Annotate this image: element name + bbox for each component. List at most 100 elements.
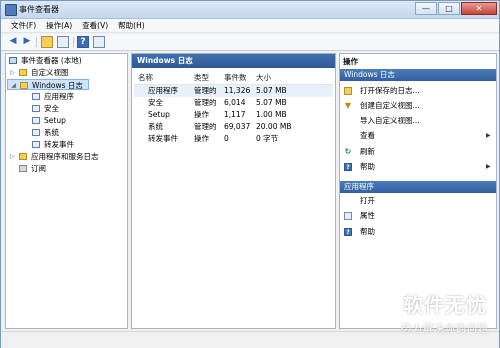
properties-icon[interactable] (93, 36, 105, 48)
cell-count: 11,326 (224, 86, 251, 95)
folder-icon (19, 153, 27, 160)
folder-icon (19, 69, 27, 76)
menu-view[interactable]: 查看(V) (82, 19, 108, 32)
column-header-size[interactable]: 大小 (256, 72, 271, 83)
action-label: 刷新 (360, 147, 375, 156)
cell-size: 5.07 MB (256, 98, 287, 107)
column-header-name[interactable]: 名称 (138, 72, 153, 83)
actions-title: 操作 (343, 57, 358, 66)
tree-item-label: Setup (44, 116, 66, 125)
tree-item-label: 应用程序和服务日志 (31, 152, 99, 161)
watermark-title: 软件无忧 (403, 293, 487, 317)
cell-type: 管理的 (194, 98, 217, 107)
tree-item-label: 系统 (44, 128, 59, 137)
section-header-windows-logs[interactable]: Windows 日志 (340, 69, 496, 81)
properties-icon (344, 212, 352, 220)
tree-item-setup[interactable]: Setup (6, 115, 127, 126)
action-label: 帮助 (360, 162, 375, 171)
tree-item-subscriptions[interactable]: 订阅 (6, 163, 127, 174)
navigation-tree: 事件查看器 (本地) ▷ 自定义视图 ◢ Windows 日志 应用程序 安全 … (5, 53, 128, 329)
subscription-icon (19, 165, 27, 172)
cell-name[interactable]: 转发事件 (148, 133, 178, 144)
submenu-arrow-icon: ▶ (486, 132, 491, 139)
tree-item-label: 转发事件 (44, 140, 74, 149)
computer-icon (9, 57, 17, 64)
log-icon (32, 141, 40, 148)
filter-icon: ▼ (344, 101, 352, 110)
tree-root[interactable]: 事件查看器 (本地) (6, 55, 127, 66)
cell-type: 管理的 (194, 122, 217, 131)
cell-type: 管理的 (194, 86, 217, 95)
cell-count: 69,037 (224, 122, 251, 131)
cell-name: 应用程序 (148, 86, 178, 95)
cell-name[interactable]: 系统 (148, 121, 163, 132)
tree-item-security[interactable]: 安全 (6, 103, 127, 114)
tree-item-custom-views[interactable]: ▷ 自定义视图 (6, 67, 127, 78)
help-icon[interactable]: ? (77, 36, 89, 48)
window-controls: — □ ✕ (415, 2, 497, 15)
app-icon (5, 4, 17, 16)
close-button[interactable]: ✕ (461, 2, 497, 15)
tree-item-system[interactable]: 系统 (6, 127, 127, 138)
cell-count: 6,014 (224, 98, 246, 107)
tree-item-application[interactable]: 应用程序 (6, 91, 127, 102)
window-title: 事件查看器 (19, 5, 59, 14)
tree-item-label: 自定义视图 (31, 68, 69, 77)
submenu-arrow-icon: ▶ (486, 163, 491, 170)
cell-size: 1.00 MB (256, 110, 287, 119)
help-icon: ? (344, 163, 352, 171)
collapse-arrow-icon[interactable]: ◢ (10, 80, 17, 91)
tree-item-app-service-logs[interactable]: ▷ 应用程序和服务日志 (6, 151, 127, 162)
log-list-pane: Windows 日志 名称 类型 事件数 大小 应用程序 管理的 11,326 … (131, 53, 336, 329)
cell-name[interactable]: 安全 (148, 97, 163, 108)
action-label: 导入自定义视图... (360, 116, 420, 125)
title-bar[interactable]: 事件查看器 — □ ✕ (1, 1, 499, 19)
cell-size: 5.07 MB (256, 86, 287, 95)
tree-item-label: 安全 (44, 104, 59, 113)
maximize-button[interactable]: □ (438, 2, 460, 15)
menu-bar: 文件(F) 操作(A) 查看(V) 帮助(H) (1, 19, 499, 33)
forward-arrow-icon[interactable]: ▶ (21, 36, 33, 48)
log-icon (32, 93, 40, 100)
column-header-type[interactable]: 类型 (194, 72, 209, 83)
action-label: 创建自定义视图... (360, 101, 420, 110)
folder-icon (20, 82, 28, 89)
watermark-subtitle: 努力解决你的问题 (401, 324, 489, 335)
tree-item-label: 订阅 (31, 164, 46, 173)
tree-item-windows-logs[interactable]: ◢ Windows 日志 (7, 79, 89, 90)
action-label: 打开 (360, 196, 375, 205)
toolbar-separator (36, 37, 37, 47)
back-arrow-icon[interactable]: ◀ (7, 36, 19, 48)
show-tree-icon[interactable] (57, 36, 69, 48)
column-header-count[interactable]: 事件数 (224, 72, 247, 83)
log-icon (32, 117, 40, 124)
minimize-button[interactable]: — (415, 2, 437, 15)
open-folder-icon (344, 87, 352, 95)
action-view[interactable]: 查看 ▶ (344, 130, 496, 141)
action-help[interactable]: ? 帮助 ▶ (344, 161, 496, 172)
tree-item-label: 应用程序 (44, 92, 74, 101)
log-icon (32, 129, 40, 136)
menu-action[interactable]: 操作(A) (46, 19, 72, 32)
menu-help[interactable]: 帮助(H) (118, 19, 145, 32)
cell-size: 20.00 MB (256, 122, 292, 131)
pane-header: Windows 日志 (132, 54, 335, 68)
cell-name[interactable]: Setup (148, 109, 170, 120)
up-folder-icon[interactable] (41, 36, 53, 48)
event-viewer-window: 事件查看器 — □ ✕ 文件(F) 操作(A) 查看(V) 帮助(H) ◀ ▶ … (0, 0, 500, 348)
refresh-icon: ↻ (344, 147, 352, 156)
expand-arrow-icon[interactable]: ▷ (9, 67, 16, 78)
cell-count: 1,117 (224, 110, 246, 119)
toolbar-separator (73, 37, 74, 47)
expand-arrow-icon[interactable]: ▷ (9, 151, 16, 162)
tree-root-label: 事件查看器 (本地) (21, 56, 82, 65)
menu-file[interactable]: 文件(F) (11, 19, 36, 32)
action-label: 属性 (360, 211, 375, 220)
section-header-application[interactable]: 应用程序 (340, 181, 496, 193)
cell-size: 0 字节 (256, 134, 279, 143)
action-label: 帮助 (360, 227, 375, 236)
cell-count: 0 (224, 134, 229, 143)
watermark: 软件无忧 努力解决你的问题 (401, 289, 489, 335)
tree-item-forwarded-events[interactable]: 转发事件 (6, 139, 127, 150)
action-label: 查看 (360, 131, 375, 140)
